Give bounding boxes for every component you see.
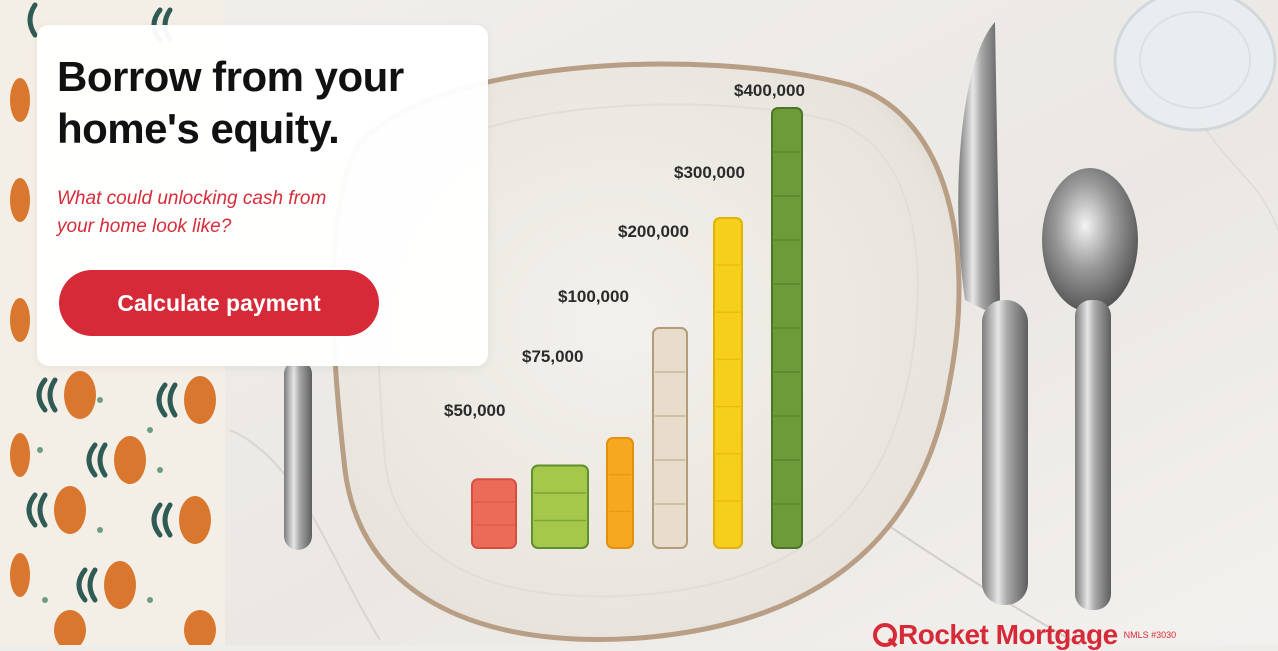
bar-pepper [606,437,634,549]
logo-text: Rocket Mortgage [898,619,1118,650]
subtitle: What could unlocking cash from your home… [57,185,457,241]
bar-label: $400,000 [734,81,805,100]
water-glass-icon [1113,0,1277,132]
subtitle-line-2: your home look like? [57,216,232,237]
headline: Borrow from your home's equity. [57,51,477,155]
fork-icon [284,360,312,550]
calculate-payment-button[interactable]: Calculate payment [59,270,379,336]
bar-cucumber [531,464,589,549]
rocket-mortgage-logo: Rocket Mortgage NMLS #3030 [872,619,1177,650]
bar-label: $300,000 [674,163,745,182]
bar-label: $75,000 [522,347,584,366]
bar-label: $100,000 [558,287,629,306]
bar-label: $200,000 [618,222,689,241]
subtitle-line-1: What could unlocking cash from [57,188,327,209]
bar-watermelon [471,478,517,549]
bar-label: $50,000 [444,401,506,420]
headline-line-2: home's equity. [57,105,340,152]
headline-line-1: Borrow from your [57,53,404,100]
nmls-text: NMLS #3030 [1123,630,1177,640]
promo-card: Borrow from your home's equity. What cou… [37,25,488,366]
bar-mushroom [652,327,688,549]
bar-corn [713,217,743,549]
rocket-logo-icon [873,623,898,648]
